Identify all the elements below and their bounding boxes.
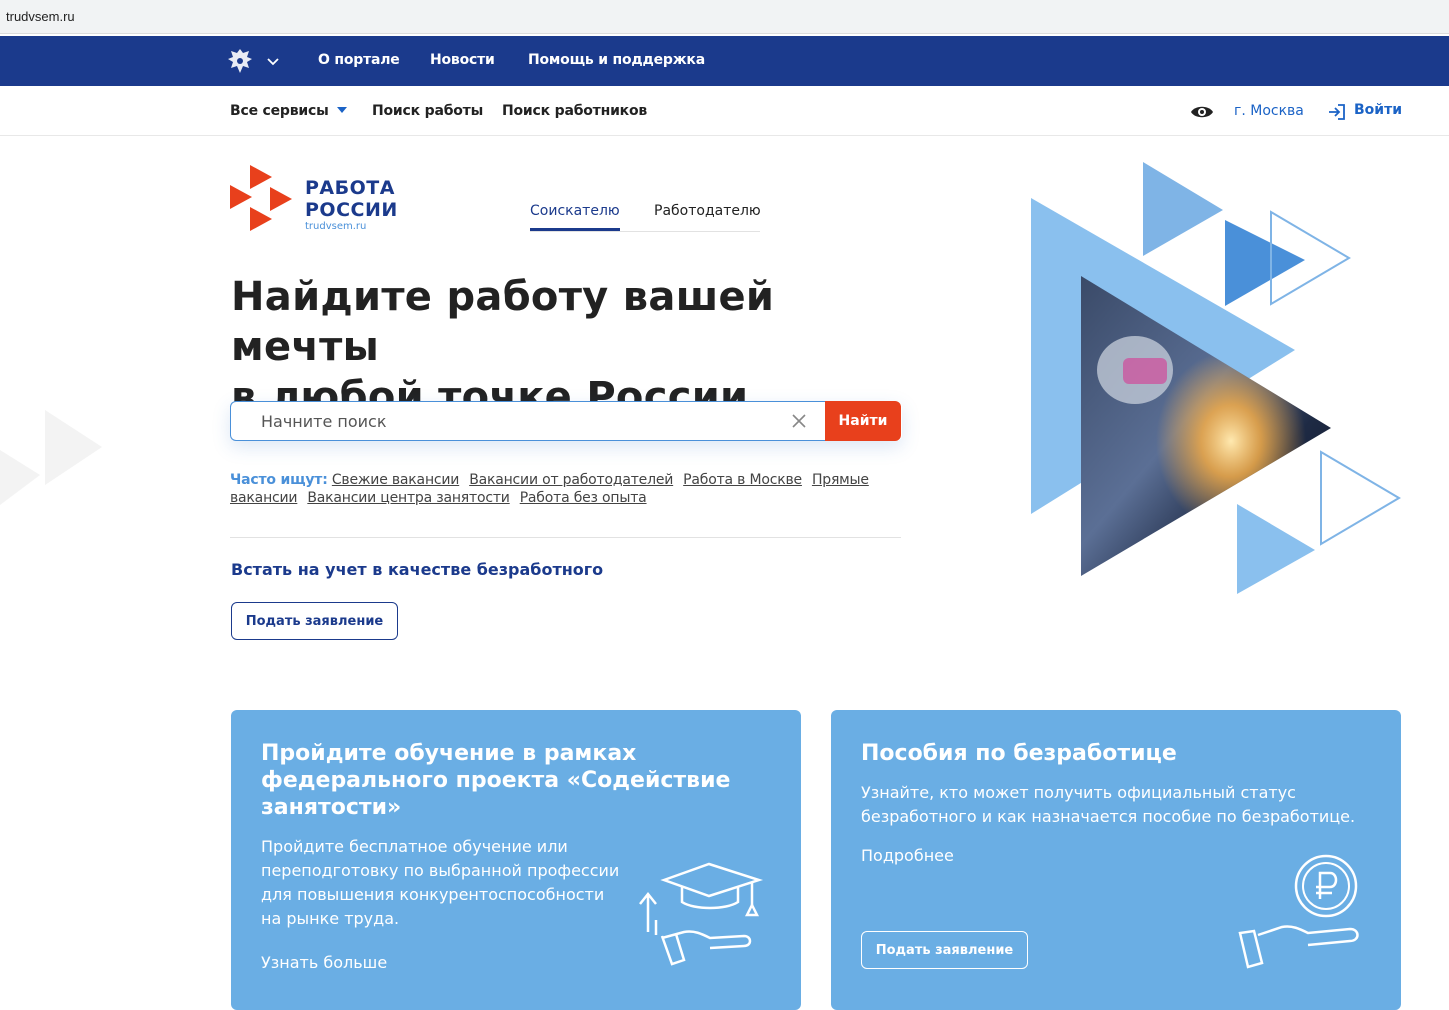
popular-link-employers[interactable]: Вакансии от работодателей	[469, 472, 673, 488]
benefits-apply-button[interactable]: Подать заявление	[861, 931, 1028, 969]
eye-icon[interactable]	[1190, 103, 1214, 121]
search-input[interactable]	[230, 401, 828, 441]
nav-news[interactable]: Новости	[430, 52, 495, 68]
hero-title: Найдите работу вашей мечты в любой точке…	[231, 272, 931, 422]
nav-about-portal[interactable]: О портале	[318, 52, 400, 68]
popular-searches: Часто ищут: Свежие вакансии Вакансии от р…	[230, 471, 910, 507]
all-services-label: Все сервисы	[230, 103, 329, 119]
training-learn-more-link[interactable]: Узнать больше	[261, 953, 387, 972]
main-nav: Все сервисы Поиск работы Поиск работнико…	[0, 86, 1449, 136]
ruble-coin-hand-icon	[1238, 854, 1359, 969]
chevron-down-icon[interactable]	[266, 54, 280, 68]
url-text: trudvsem.ru	[6, 9, 75, 24]
benefits-more-link[interactable]: Подробнее	[861, 846, 954, 865]
caret-down-icon	[336, 107, 347, 113]
hero-illustration	[1031, 162, 1401, 594]
popular-link-moscow[interactable]: Работа в Москве	[683, 472, 802, 488]
nav-job-search[interactable]: Поиск работы	[372, 103, 483, 119]
training-card-title: Пройдите обучение в рамках федерального …	[261, 741, 731, 820]
popular-link-fresh[interactable]: Свежие вакансии	[332, 472, 460, 488]
section-divider	[230, 537, 901, 538]
login-link[interactable]: Войти	[1354, 102, 1402, 118]
nav-help-support[interactable]: Помощь и поддержка	[528, 52, 705, 68]
training-card[interactable]: Пройдите обучение в рамках федерального …	[231, 710, 801, 1010]
nav-worker-search[interactable]: Поиск работников	[502, 103, 647, 119]
tab-job-seeker[interactable]: Соискателю	[530, 203, 620, 219]
logo-text-line1: РАБОТА	[305, 177, 395, 199]
benefits-card[interactable]: Пособия по безработице Узнайте, кто може…	[831, 710, 1401, 1010]
graduation-cap-hand-icon	[639, 862, 764, 966]
logo-text-line2: РОССИИ	[305, 199, 398, 221]
city-selector[interactable]: г. Москва	[1234, 103, 1304, 119]
browser-address-bar[interactable]: trudvsem.ru	[0, 0, 1449, 34]
unemployment-title[interactable]: Встать на учет в качестве безработного	[231, 560, 603, 579]
clear-icon[interactable]	[790, 412, 808, 430]
popular-link-no-experience[interactable]: Работа без опыта	[520, 490, 647, 506]
training-card-description: Пройдите бесплатное обучение или перепод…	[261, 837, 620, 928]
benefits-card-title: Пособия по безработице	[861, 741, 1177, 766]
benefits-card-description: Узнайте, кто может получить официальный …	[861, 783, 1356, 826]
audience-tabs: Соискателю Работодателю	[530, 200, 761, 232]
logo-arrows-icon	[230, 165, 292, 231]
active-tab-indicator	[530, 228, 620, 231]
gov-top-bar: О портале Новости Помощь и поддержка	[0, 36, 1449, 86]
hero-title-line1: Найдите работу вашей мечты	[231, 274, 775, 370]
login-icon[interactable]	[1327, 102, 1347, 122]
popular-link-employment-center[interactable]: Вакансии центра занятости	[307, 490, 510, 506]
russian-coat-of-arms-icon[interactable]	[225, 47, 255, 75]
background-triangles-decoration	[0, 410, 102, 505]
logo-subtext: trudvsem.ru	[305, 221, 367, 232]
search-button[interactable]: Найти	[825, 401, 901, 441]
all-services-menu[interactable]: Все сервисы	[230, 103, 347, 119]
tab-employer[interactable]: Работодателю	[654, 203, 761, 219]
popular-searches-label: Часто ищут:	[230, 472, 328, 488]
site-logo[interactable]: РАБОТА РОССИИ trudvsem.ru	[230, 165, 410, 235]
apply-button[interactable]: Подать заявление	[231, 602, 398, 640]
